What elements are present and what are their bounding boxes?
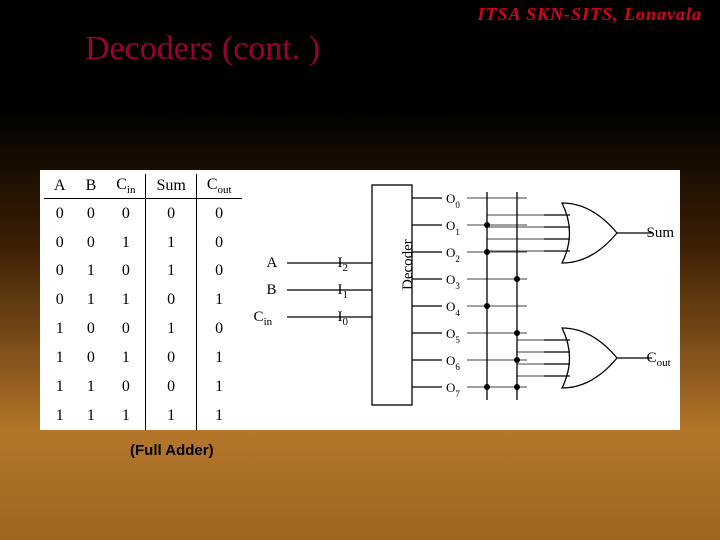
tt-cell: 1: [76, 372, 107, 401]
table-row: 00110: [44, 228, 242, 257]
tt-cell: 1: [146, 315, 196, 344]
tt-cell: 0: [146, 343, 196, 372]
tt-header: Cin: [106, 174, 146, 199]
tt-cell: 0: [106, 372, 146, 401]
decoder-output-label: O2: [446, 245, 460, 264]
tt-cell: 0: [44, 199, 76, 228]
tt-cell: 0: [76, 315, 107, 344]
tt-cell: 0: [76, 228, 107, 257]
tt-cell: 1: [106, 401, 146, 430]
decoder-output-label: O1: [446, 218, 460, 237]
tt-cell: 1: [76, 286, 107, 315]
tt-cell: 1: [196, 372, 241, 401]
decoder-output-label: O6: [446, 353, 460, 372]
tt-cell: 0: [146, 372, 196, 401]
tt-cell: 0: [106, 315, 146, 344]
tt-cell: 1: [44, 401, 76, 430]
sum-output-label: Sum: [647, 225, 675, 242]
decoder-diagram: O0 O1 O2 O3 O4 O5 O6 O7 A B Cin I2 I1 I0 Decode…: [242, 170, 702, 430]
tt-cell: 0: [106, 257, 146, 286]
tt-header: Sum: [146, 174, 196, 199]
tt-cell: 0: [44, 286, 76, 315]
tt-cell: 0: [44, 257, 76, 286]
tt-cell: 0: [196, 199, 241, 228]
pin-i2-label: I2: [338, 255, 349, 274]
tt-cell: 1: [106, 228, 146, 257]
decoder-output-label: O7: [446, 380, 460, 399]
slide-root: ITSA SKN-SITS, Lonavala Decoders (cont. …: [0, 0, 720, 540]
pin-i1-label: I1: [338, 282, 349, 301]
truth-table: ABCinSumCout 000000011001010011011001010…: [44, 174, 242, 430]
tt-cell: 1: [196, 401, 241, 430]
tt-cell: 0: [76, 199, 107, 228]
tt-cell: 1: [106, 286, 146, 315]
tt-cell: 1: [146, 228, 196, 257]
input-b-label: B: [267, 282, 277, 299]
tt-cell: 1: [106, 343, 146, 372]
table-row: 11001: [44, 372, 242, 401]
tt-cell: 0: [146, 199, 196, 228]
table-row: 10010: [44, 315, 242, 344]
tt-cell: 1: [76, 401, 107, 430]
tt-cell: 1: [44, 372, 76, 401]
tt-cell: 0: [196, 315, 241, 344]
tt-cell: 0: [106, 199, 146, 228]
decoder-block-label: Decoder: [400, 239, 417, 290]
content-strip: ABCinSumCout 000000011001010011011001010…: [40, 170, 680, 430]
tt-cell: 0: [44, 228, 76, 257]
tt-header: Cout: [196, 174, 241, 199]
tt-cell: 0: [76, 343, 107, 372]
tt-cell: 1: [44, 315, 76, 344]
tt-cell: 1: [196, 343, 241, 372]
decoder-svg: O0 O1 O2 O3 O4 O5 O6 O7: [242, 170, 702, 430]
tt-cell: 1: [196, 286, 241, 315]
tt-cell: 1: [76, 257, 107, 286]
tt-header: A: [44, 174, 76, 199]
table-row: 01010: [44, 257, 242, 286]
pin-i0-label: I0: [338, 309, 349, 328]
decoder-output-label: O3: [446, 272, 460, 291]
tt-cell: 1: [146, 401, 196, 430]
tt-header: B: [76, 174, 107, 199]
decoder-output-label: O5: [446, 326, 460, 345]
table-row: 11111: [44, 401, 242, 430]
slide-subtitle: Logic function implementation: [140, 90, 488, 122]
tt-cell: 0: [196, 257, 241, 286]
tt-cell: 1: [44, 343, 76, 372]
cout-output-label: Cout: [647, 350, 671, 369]
tt-cell: 1: [146, 257, 196, 286]
tt-cell: 0: [196, 228, 241, 257]
slide-title: Decoders (cont. ): [85, 30, 320, 68]
input-a-label: A: [267, 255, 278, 272]
input-cin-label: Cin: [254, 309, 273, 328]
tt-cell: 0: [146, 286, 196, 315]
full-adder-caption: (Full Adder): [130, 442, 214, 459]
table-row: 01101: [44, 286, 242, 315]
table-row: 00000: [44, 199, 242, 228]
decoder-output-label: O4: [446, 299, 460, 318]
decoder-output-label: O0: [446, 191, 460, 210]
table-row: 10101: [44, 343, 242, 372]
brand-corner: ITSA SKN-SITS, Lonavala: [477, 4, 702, 25]
